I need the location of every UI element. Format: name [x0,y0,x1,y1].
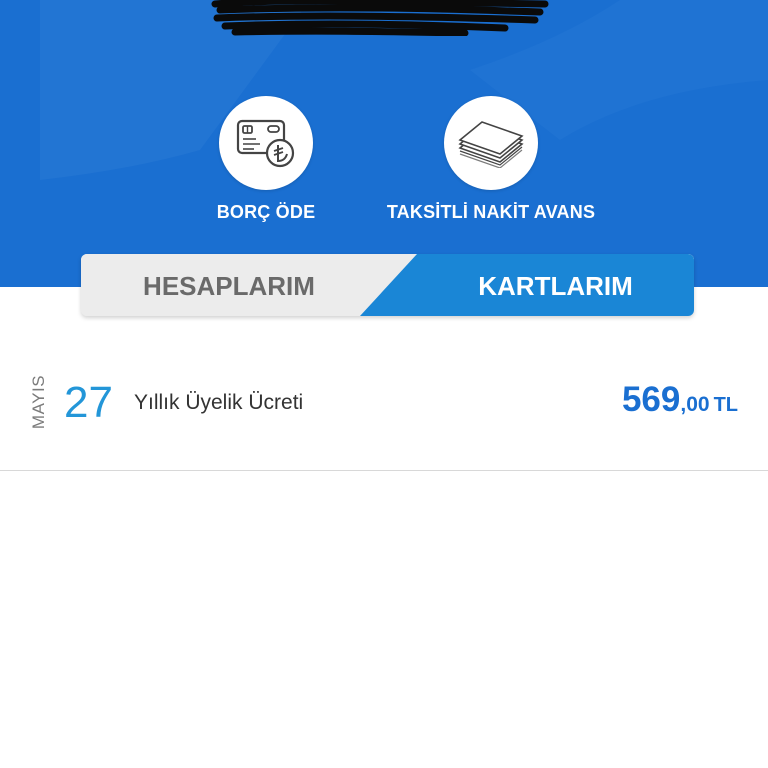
amount-integer: 569 [621,380,681,419]
taksitli-nakit-avans-label: TAKSİTLİ NAKİT AVANS [386,202,596,222]
transaction-month-label: MAYIS [29,374,48,430]
screen: BORÇ ÖDE TAKSİTLİ NAKİT AVANS HESAPLARIM… [0,0,768,768]
borc-ode-button[interactable]: BORÇ ÖDE [206,96,326,223]
tab-kartlarim[interactable]: KARTLARIM [417,254,694,316]
amount-currency: TL [713,394,738,416]
transaction-day: 27 [64,378,113,427]
taksitli-nakit-avans-button[interactable]: TAKSİTLİ NAKİT AVANS [378,96,604,223]
transaction-description: Yıllık Üyelik Ücreti [134,391,304,414]
account-card-tabs: HESAPLARIM KARTLARIM [81,254,694,316]
transaction-row[interactable]: MAYIS 27 Yıllık Üyelik Ücreti 569,00 TL [0,336,768,471]
tab-hesaplarim[interactable]: HESAPLARIM [81,254,377,316]
cash-stack-icon [444,96,538,190]
transaction-month: MAYIS [27,372,51,432]
borc-ode-label: BORÇ ÖDE [216,202,316,222]
header-banner: BORÇ ÖDE TAKSİTLİ NAKİT AVANS [0,0,768,287]
transaction-amount: 569,00 TL [622,380,738,420]
redacted-title [211,0,549,36]
amount-decimal: ,00 [680,393,710,416]
card-lira-icon [219,96,313,190]
